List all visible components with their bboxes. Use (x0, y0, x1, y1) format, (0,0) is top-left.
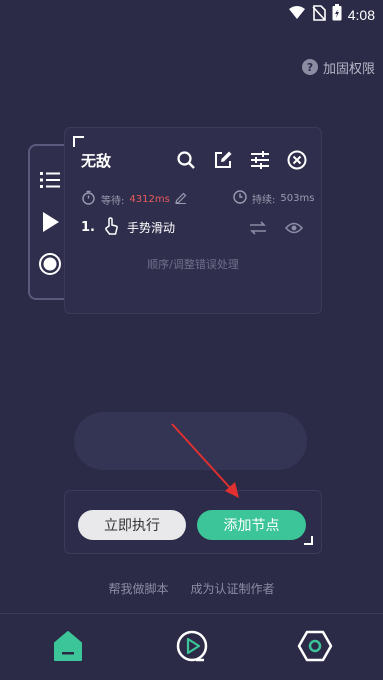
duration-value: 503ms (280, 193, 315, 204)
wait-label: 等待: (101, 195, 125, 207)
play-icon[interactable] (38, 210, 62, 234)
wait-value: 4312ms (129, 193, 170, 205)
annotation-arrow-icon (171, 423, 239, 498)
home-icon[interactable] (50, 628, 86, 664)
record-icon[interactable] (38, 252, 62, 276)
eye-icon[interactable] (284, 220, 304, 240)
swap-icon[interactable] (249, 220, 267, 240)
script-card: 无敌 等待: 4312ms 持续: 503ms 1. 手势滑动 顺序/调整错误处… (64, 127, 322, 314)
wifi-icon (288, 5, 306, 24)
hint-text: 顺序/调整错误处理 (147, 258, 239, 271)
gesture-hand-icon (103, 217, 119, 238)
execute-button[interactable]: 立即执行 (78, 510, 186, 540)
edit-wait-icon[interactable] (175, 192, 187, 207)
settings-sliders-icon[interactable] (250, 150, 270, 170)
step-label: 手势滑动 (126, 221, 175, 235)
battery-icon (332, 4, 342, 25)
help-script-link[interactable]: 帮我做脚本 (108, 580, 168, 597)
clock: 4:08 (347, 6, 375, 23)
script-title: 无敌 (81, 152, 112, 170)
permission-label: 加固权限 (322, 61, 375, 77)
no-sim-icon (312, 4, 326, 25)
resize-handle-icon[interactable] (304, 536, 313, 545)
bottom-nav (0, 613, 383, 680)
certify-link[interactable]: 成为认证制作者 (191, 580, 275, 597)
status-bar: 4:08 (0, 0, 383, 28)
edit-icon[interactable] (213, 150, 233, 170)
corner-handle-icon[interactable] (73, 136, 84, 147)
list-icon[interactable] (38, 168, 62, 192)
step-row[interactable]: 1. 手势滑动 (81, 217, 175, 238)
step-number: 1. (81, 220, 95, 235)
overlay-pill (74, 412, 307, 470)
settings-hex-icon[interactable] (297, 628, 333, 664)
wait-info: 等待: 4312ms (81, 190, 187, 208)
search-icon[interactable] (176, 150, 196, 170)
play-scripts-icon[interactable] (174, 628, 210, 664)
add-node-button[interactable]: 添加节点 (197, 510, 306, 540)
duration-label: 持续: (252, 195, 276, 206)
close-icon[interactable] (287, 150, 307, 170)
help-icon: ? (301, 59, 318, 75)
timer-icon (81, 190, 96, 208)
clock-icon (233, 190, 247, 207)
permission-button[interactable]: ? 加固权限 (301, 56, 375, 78)
duration-info: 持续: 503ms (233, 190, 314, 207)
action-card: 立即执行 添加节点 (64, 490, 322, 554)
